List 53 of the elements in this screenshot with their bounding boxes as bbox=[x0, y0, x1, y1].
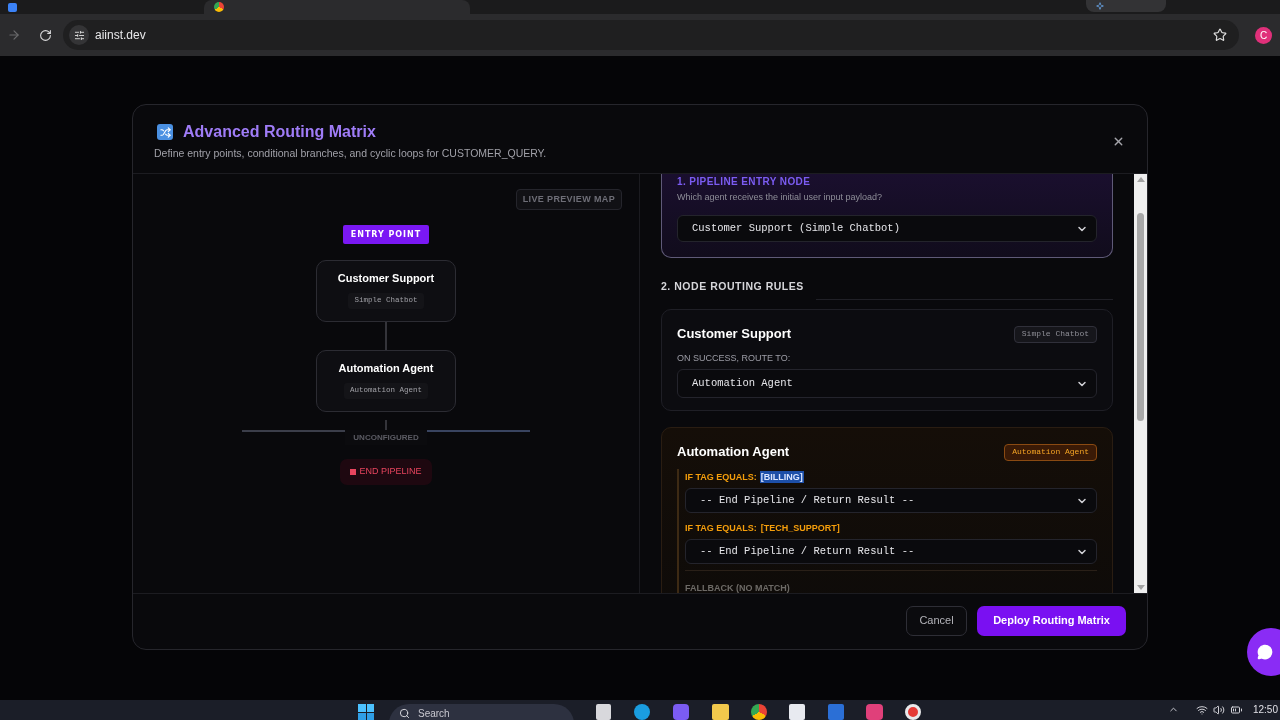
end-pipeline-badge: END PIPELINE bbox=[340, 459, 432, 485]
taskbar-clock[interactable]: 12:50 bbox=[1252, 704, 1278, 716]
route-select[interactable]: -- End Pipeline / Return Result -- bbox=[685, 488, 1097, 513]
bookmark-star-icon[interactable] bbox=[1213, 28, 1227, 42]
cancel-button[interactable]: Cancel bbox=[906, 605, 967, 636]
search-icon bbox=[399, 708, 410, 719]
rule-title: Customer Support bbox=[677, 325, 792, 343]
section-hint: Which agent receives the initial user input payload? bbox=[677, 191, 884, 203]
condition-label: IF TAG EQUALS: bbox=[685, 522, 757, 534]
entry-point-badge: ENTRY POINT bbox=[343, 225, 429, 244]
url-text: aiinst.dev bbox=[95, 27, 146, 44]
forward-arrow-icon[interactable] bbox=[7, 28, 21, 42]
scrollbar[interactable] bbox=[1134, 174, 1147, 593]
taskbar-app-icon[interactable] bbox=[751, 704, 767, 720]
taskbar-app-icon[interactable] bbox=[905, 704, 921, 720]
tag-label: [TECH_SUPPORT] bbox=[759, 522, 841, 534]
speaker-icon[interactable] bbox=[1212, 704, 1225, 716]
condition-label: IF TAG EQUALS: bbox=[685, 471, 757, 483]
tab-favicon-icon bbox=[214, 2, 224, 12]
address-bar[interactable]: aiinst.dev bbox=[63, 20, 1239, 50]
live-preview-badge: LIVE PREVIEW MAP bbox=[515, 189, 622, 210]
section-heading: 2. NODE ROUTING RULES bbox=[661, 279, 804, 293]
close-icon[interactable] bbox=[1112, 135, 1125, 148]
modal-subtitle: Define entry points, conditional branches, and cyclic loops for CUSTOMER_QUERY. bbox=[154, 147, 547, 160]
site-settings-icon[interactable] bbox=[69, 25, 89, 45]
route-select[interactable]: -- End Pipeline / Return Result -- bbox=[685, 539, 1097, 564]
scrollbar-thumb[interactable] bbox=[1137, 213, 1144, 421]
taskbar-search-button[interactable]: Search bbox=[389, 704, 574, 720]
entry-node-select[interactable]: Customer Support (Simple Chatbot) bbox=[677, 215, 1097, 242]
modal-title: Advanced Routing Matrix bbox=[183, 122, 376, 142]
profile-avatar[interactable]: C bbox=[1255, 26, 1272, 44]
rule-title: Automation Agent bbox=[677, 443, 790, 461]
route-select[interactable]: Automation Agent bbox=[677, 369, 1097, 398]
chat-bubble-icon bbox=[1257, 644, 1273, 660]
section-heading: 1. PIPELINE ENTRY NODE bbox=[677, 176, 812, 188]
stop-square-icon bbox=[350, 469, 357, 475]
browser-tab[interactable] bbox=[204, 0, 470, 14]
agent-type-badge: Simple Chatbot bbox=[1013, 325, 1097, 343]
condition-label: ON SUCCESS, ROUTE TO: bbox=[677, 352, 791, 364]
battery-icon[interactable] bbox=[1229, 704, 1243, 716]
tab-favicon-icon bbox=[8, 2, 17, 12]
windows-logo-icon[interactable] bbox=[358, 704, 374, 720]
wifi-icon[interactable] bbox=[1195, 704, 1208, 716]
deploy-button[interactable]: Deploy Routing Matrix bbox=[977, 605, 1126, 636]
node-title: Automation Agent bbox=[338, 361, 434, 375]
shuffle-icon bbox=[157, 124, 173, 140]
agent-type-badge: Automation Agent bbox=[1004, 443, 1097, 461]
node-title: Customer Support bbox=[337, 271, 435, 285]
sparkle-icon bbox=[1096, 2, 1104, 10]
fallback-label: FALLBACK (NO MATCH) bbox=[685, 583, 790, 593]
taskbar-app-icon[interactable] bbox=[634, 704, 650, 720]
tag-label: [BILLING] bbox=[759, 471, 804, 483]
reload-icon[interactable] bbox=[39, 28, 52, 42]
